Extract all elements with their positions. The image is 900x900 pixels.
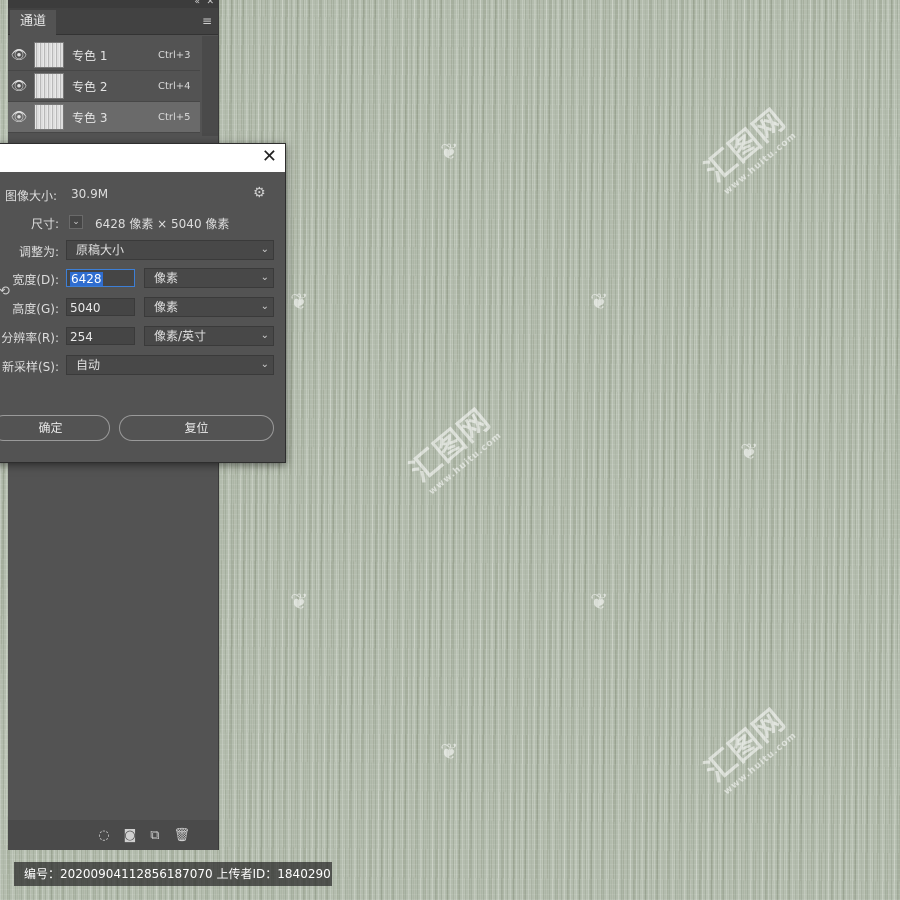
channel-thumbnail <box>34 73 64 99</box>
watermark-leaf-icon: ❦ <box>590 590 609 615</box>
height-input[interactable]: 5040 <box>66 298 135 316</box>
watermark-leaf-icon: ❦ <box>740 440 759 465</box>
watermark-leaf-icon: ❦ <box>290 590 309 615</box>
height-unit-select[interactable]: 像素 ⌄ <box>144 297 274 317</box>
panel-menu-icon[interactable]: ≡ <box>202 14 212 28</box>
reset-button[interactable]: 复位 <box>119 415 274 441</box>
channel-shortcut: Ctrl+4 <box>158 80 191 92</box>
watermark-leaf-icon: ❦ <box>440 740 459 765</box>
load-selection-icon[interactable]: ◌ <box>98 828 109 843</box>
eye-visibility-icon[interactable]: 👁 <box>8 110 30 125</box>
channel-shortcut: Ctrl+5 <box>158 111 191 123</box>
eye-visibility-icon[interactable]: 👁 <box>8 79 30 94</box>
panel-top-strip: « ✕ <box>8 0 218 8</box>
chevron-down-icon: ⌄ <box>260 301 269 312</box>
fit-to-value: 原稿大小 <box>76 243 125 257</box>
chevron-down-icon: ⌄ <box>260 272 269 283</box>
new-channel-icon[interactable]: ⧉ <box>150 828 159 843</box>
channel-name: 专色 1 <box>72 48 108 63</box>
collapse-panel-icon[interactable]: « <box>194 0 200 7</box>
width-unit-value: 像素 <box>154 271 179 285</box>
resolution-input[interactable]: 254 <box>66 327 135 345</box>
close-panel-icon[interactable]: ✕ <box>206 0 214 7</box>
watermark-leaf-icon: ❦ <box>590 290 609 315</box>
channel-row[interactable]: 👁 专色 2 Ctrl+4 <box>8 71 200 102</box>
height-value: 5040 <box>70 301 101 315</box>
resample-label: 新采样(S): <box>1 360 59 374</box>
image-size-dialog: ✕ 图像大小: 30.9M ⚙ 尺寸: ⌄ 6428 像素 × 5040 像素 … <box>0 143 286 463</box>
channel-name: 专色 3 <box>72 110 108 125</box>
close-icon[interactable]: ✕ <box>262 147 277 167</box>
fit-to-select[interactable]: 原稿大小 ⌄ <box>66 240 274 260</box>
channel-row-selected[interactable]: 👁 专色 3 Ctrl+5 <box>8 102 200 133</box>
panel-bottom-bar: ◌ ◙ ⧉ 🗑 <box>8 820 218 850</box>
chevron-down-icon[interactable]: ⌄ <box>69 215 83 229</box>
resolution-unit-value: 像素/英寸 <box>154 329 207 343</box>
chevron-down-icon: ⌄ <box>260 330 269 341</box>
height-label: 高度(G): <box>12 302 59 316</box>
image-info-footer: 编号：20200904112856187070 上传者ID：1840290 <box>14 862 332 886</box>
tab-channels[interactable]: 通道 <box>10 10 56 36</box>
resolution-unit-select[interactable]: 像素/英寸 ⌄ <box>144 326 274 346</box>
resample-value: 自动 <box>76 358 101 372</box>
image-size-label: 图像大小: <box>5 189 58 203</box>
chevron-down-icon: ⌄ <box>260 244 269 255</box>
width-input[interactable]: 6428 <box>66 269 135 287</box>
chevron-down-icon: ⌄ <box>260 359 269 370</box>
resolution-value: 254 <box>70 330 93 344</box>
width-unit-select[interactable]: 像素 ⌄ <box>144 268 274 288</box>
fit-to-label: 调整为: <box>18 245 59 259</box>
channel-row[interactable]: 👁 专色 1 Ctrl+3 <box>8 40 200 71</box>
panel-scrollbar[interactable] <box>202 36 218 136</box>
channel-thumbnail <box>34 42 64 68</box>
eye-visibility-icon[interactable]: 👁 <box>8 48 30 63</box>
watermark-leaf-icon: ❦ <box>440 140 459 165</box>
dimension-value: 6428 像素 × 5040 像素 <box>95 217 230 231</box>
width-value: 6428 <box>70 272 103 286</box>
watermark-leaf-icon: ❦ <box>290 290 309 315</box>
panel-tab-bar: 通道 ≡ <box>8 8 218 36</box>
save-selection-icon[interactable]: ◙ <box>124 828 137 843</box>
resolution-label: 分辨率(R): <box>1 331 59 345</box>
ok-button[interactable]: 确定 <box>0 415 110 441</box>
link-constrain-icon[interactable]: ⟲ <box>0 284 10 299</box>
gear-icon[interactable]: ⚙ <box>253 185 266 201</box>
dimension-label: 尺寸: <box>30 217 59 231</box>
height-unit-value: 像素 <box>154 300 179 314</box>
image-size-value: 30.9M <box>71 187 109 201</box>
trash-icon[interactable]: 🗑 <box>173 828 190 843</box>
channel-thumbnail <box>34 104 64 130</box>
dialog-title-bar: ✕ <box>0 144 285 172</box>
channel-shortcut: Ctrl+3 <box>158 49 191 61</box>
channel-name: 专色 2 <box>72 79 108 94</box>
resample-select[interactable]: 自动 ⌄ <box>66 355 274 375</box>
